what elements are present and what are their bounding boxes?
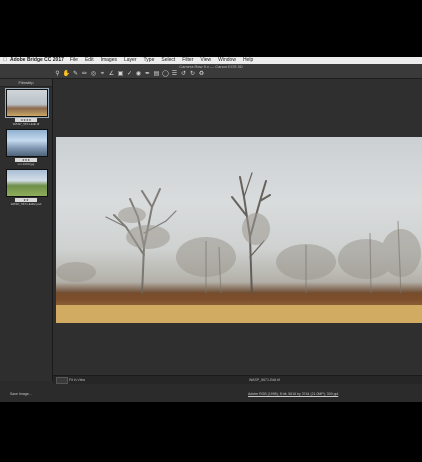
zoom-stepper[interactable] [56,377,68,384]
menu-filter[interactable]: Filter [182,57,193,64]
menu-help[interactable]: Help [243,57,253,64]
hand-icon[interactable]: ✋ [63,71,70,78]
red-eye-icon[interactable]: ◉ [135,71,142,78]
thumbnail-image[interactable] [6,129,48,157]
color-sampler-icon[interactable]: ✏ [81,71,88,78]
menu-view[interactable]: View [200,57,211,64]
target-adjust-icon[interactable]: ◎ [90,71,97,78]
status-bar: Fit in View WASP_5671-Edit.tif [53,375,422,384]
white-balance-icon[interactable]: ✎ [72,71,79,78]
tool-group: ⚲ ✋ ✎ ✏ ◎ ⌖ ∠ ▣ ✓ ◉ ✒ ▤ ◯ ☰ ↺ ↻ ♻ [54,70,205,78]
image-preview[interactable] [56,137,422,323]
crop-icon[interactable]: ⌖ [99,71,106,78]
preview-workspace [53,79,422,375]
footer-bar: Save Image... Adobe RGB (1998); 8 bit; 5… [0,387,422,402]
current-filename: WASP_5671-Edit.tif [249,378,280,382]
thumbnail-filename: nvr-1000.jpg [17,162,35,166]
menu-bar:  Adobe Bridge CC 2017 File Edit Images … [0,57,422,64]
preferences-icon[interactable]: ☰ [171,71,178,78]
menu-type[interactable]: Type [144,57,155,64]
trash-icon[interactable]: ♻ [198,71,205,78]
rotate-ccw-icon[interactable]: ↺ [180,71,187,78]
menu-file[interactable]: File [70,57,78,64]
thumbnail-filename: WASP_5671-Edit2.psd [10,202,42,206]
toolbar: Camera Raw 9.x — Canon EOS 5D ⚲ ✋ ✎ ✏ ◎ … [0,64,422,79]
filmstrip-header: Filmstrip [0,79,52,87]
menu-window[interactable]: Window [218,57,236,64]
filmstrip-thumb[interactable]: ★★★★ WASP_5671-Edit.tif [5,88,49,127]
thumbnail-image[interactable] [5,88,49,118]
straighten-icon[interactable]: ∠ [108,71,115,78]
thumbnail-image[interactable] [6,169,48,197]
foggy-trees-illustration [56,172,422,323]
transform-icon[interactable]: ▣ [117,71,124,78]
filmstrip-panel: Filmstrip ★★★★ WASP_5671-Edit.tif ★★★ nv… [0,79,53,381]
save-image-button[interactable]: Save Image... [10,387,32,402]
graduated-filter-icon[interactable]: ▤ [153,71,160,78]
radial-filter-icon[interactable]: ◯ [162,71,169,78]
apple-icon[interactable]:  [0,57,10,64]
menu-select[interactable]: Select [161,57,175,64]
app-name-menu[interactable]: Adobe Bridge CC 2017 [10,57,64,64]
workflow-options-link[interactable]: Adobe RGB (1998); 8 bit; 5616 by 3744 (2… [248,387,338,402]
thumbnail-filename: WASP_5671-Edit.tif [12,122,40,126]
zoom-level-select[interactable]: Fit in View [69,376,85,384]
rotate-cw-icon[interactable]: ↻ [189,71,196,78]
menu-edit[interactable]: Edit [85,57,94,64]
spot-removal-icon[interactable]: ✓ [126,71,133,78]
adjustment-brush-icon[interactable]: ✒ [144,71,151,78]
filmstrip-thumb[interactable]: ★★ WASP_5671-Edit2.psd [6,169,48,207]
menu-images[interactable]: Images [101,57,117,64]
filmstrip-thumb[interactable]: ★★★ nvr-1000.jpg [6,129,48,167]
camera-raw-window:  Adobe Bridge CC 2017 File Edit Images … [0,57,422,402]
menu-layer[interactable]: Layer [124,57,137,64]
zoom-icon[interactable]: ⚲ [54,71,61,78]
